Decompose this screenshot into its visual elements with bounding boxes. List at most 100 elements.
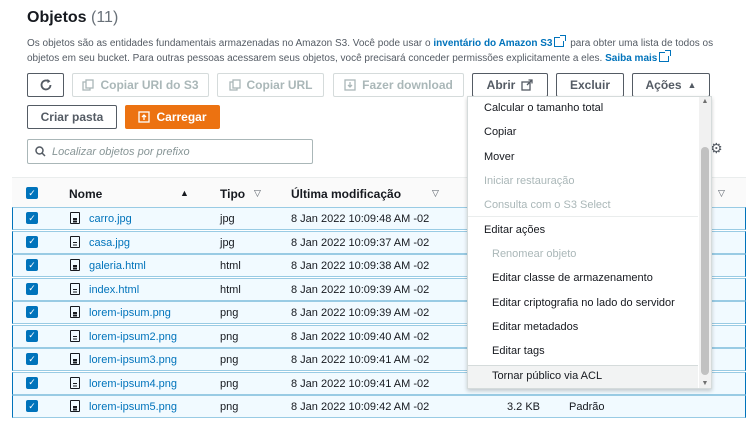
page-title: Objetos (11) [27,9,118,27]
inventory-link[interactable]: inventário do Amazon S3 [433,38,552,49]
row-checkbox[interactable]: ✓ [26,259,38,271]
object-modified: 8 Jan 2022 10:09:41 AM -02 [291,354,430,366]
object-name-link[interactable]: lorem-ipsum2.png [89,331,177,343]
open-label: Abrir [486,78,516,92]
object-modified: 8 Jan 2022 10:09:42 AM -02 [291,401,430,413]
row-checkbox[interactable]: ✓ [26,400,38,412]
actions-label: Ações [645,78,682,92]
search-input[interactable]: Localizar objetos por prefixo [27,139,313,164]
copy-icon [228,79,241,91]
menu-item-copy[interactable]: Copiar [484,126,516,138]
menu-item-metadata[interactable]: Editar metadados [492,321,578,333]
actions-button[interactable]: Ações ▲ [632,73,710,97]
file-icon [70,329,80,342]
sort-icon[interactable]: ▽ [718,188,725,199]
object-modified: 8 Jan 2022 10:09:39 AM -02 [291,283,430,296]
menu-item-storage-class[interactable]: Editar classe de armazenamento [492,272,653,284]
column-type[interactable]: Tipo [220,187,245,201]
external-link-icon [659,50,672,62]
upload-label: Carregar [156,110,207,124]
object-name-link[interactable]: casa.jpg [89,237,130,249]
row-checkbox[interactable]: ✓ [26,329,38,342]
copy-url-button[interactable]: Copiar URL [217,73,324,97]
menu-item-restore[interactable]: Iniciar restauração [484,175,575,187]
object-modified: 8 Jan 2022 10:09:39 AM -02 [291,307,430,319]
row-checkbox[interactable]: ✓ [26,353,38,365]
menu-item-rename[interactable]: Renomear objeto [492,248,576,260]
object-storage-class: Padrão [569,401,605,413]
select-all-checkbox[interactable]: ✓ [26,187,38,199]
file-icon [70,306,80,318]
file-icon [70,400,80,412]
object-type: html [220,260,241,272]
object-type: jpg [220,236,235,249]
menu-item-move[interactable]: Mover [484,151,515,163]
object-type: png [220,330,239,343]
upload-button[interactable]: Carregar [125,105,220,129]
create-folder-label: Criar pasta [40,110,104,124]
menu-scrollbar[interactable]: ▲ ▼ [699,97,711,388]
delete-label: Excluir [569,78,611,92]
learn-more-link[interactable]: Saiba mais [605,53,657,64]
sort-icon[interactable]: ▽ [254,188,261,199]
object-size: 3.2 KB [507,401,541,413]
menu-item-make-public[interactable]: Tornar público via ACL [492,370,602,382]
object-modified: 8 Jan 2022 10:09:38 AM -02 [291,260,430,272]
external-link-icon [554,35,567,47]
caret-up-icon: ▲ [687,80,697,90]
object-name-link[interactable]: lorem-ipsum5.png [89,401,177,413]
table-row[interactable]: ✓ lorem-ipsum5.png png 8 Jan 2022 10:09:42 … [12,395,746,418]
sort-asc-icon[interactable]: ▲ [180,188,189,198]
file-icon [70,353,80,365]
row-checkbox[interactable]: ✓ [26,306,38,318]
description-text-3: em seu bucket. Para outras pessoas acess… [62,53,603,64]
menu-item-calculate-size[interactable]: Calcular o tamanho total [484,102,603,114]
object-name-link[interactable]: index.html [89,284,139,296]
column-modified[interactable]: Última modificação [291,187,401,201]
copy-url-label: Copiar URL [246,78,313,92]
download-icon [344,79,356,91]
description-text-1: Os objetos são as entidades fundamentais… [27,38,431,49]
download-button[interactable]: Fazer download [333,73,464,97]
title-text: Objetos [27,9,87,26]
object-modified: 8 Jan 2022 10:09:40 AM -02 [291,330,430,343]
open-button[interactable]: Abrir [472,73,548,97]
sort-icon[interactable]: ▽ [432,188,439,199]
description: Os objetos são as entidades fundamentais… [27,35,727,66]
refresh-button[interactable] [27,73,64,97]
search-placeholder: Localizar objetos por prefixo [52,145,190,158]
row-checkbox[interactable]: ✓ [26,235,38,248]
menu-separator [468,216,698,217]
menu-item-s3-select[interactable]: Consulta com o S3 Select [484,199,611,211]
copy-uri-button[interactable]: Copiar URI do S3 [72,73,209,97]
actions-menu: Calcular o tamanho total Copiar Mover In… [467,96,712,389]
copy-uri-label: Copiar URI do S3 [100,78,199,92]
menu-item-encryption[interactable]: Editar criptografia no lado do servidor [492,297,675,309]
object-name-link[interactable]: carro.jpg [89,213,132,225]
delete-button[interactable]: Excluir [556,73,624,97]
object-type: png [220,377,239,390]
upload-icon [138,111,151,123]
file-icon [70,282,80,295]
scroll-down-icon[interactable]: ▼ [701,380,709,387]
column-name[interactable]: Nome [69,187,102,201]
scroll-up-icon[interactable]: ▲ [701,98,709,105]
row-checkbox[interactable]: ✓ [26,212,38,224]
object-name-link[interactable]: lorem-ipsum4.png [89,378,177,390]
object-type: html [220,283,241,296]
object-name-link[interactable]: lorem-ipsum.png [89,307,171,319]
object-modified: 8 Jan 2022 10:09:41 AM -02 [291,377,430,390]
object-modified: 8 Jan 2022 10:09:48 AM -02 [291,213,430,225]
file-icon [70,259,80,271]
file-icon [70,376,80,389]
file-icon [70,235,80,248]
create-folder-button[interactable]: Criar pasta [27,105,117,129]
menu-item-tags[interactable]: Editar tags [492,345,545,357]
menu-scrollbar-thumb[interactable] [701,147,709,375]
object-type: png [220,401,239,413]
object-name-link[interactable]: galeria.html [89,260,146,272]
object-name-link[interactable]: lorem-ipsum3.png [89,354,177,366]
row-checkbox[interactable]: ✓ [26,376,38,389]
row-checkbox[interactable]: ✓ [26,282,38,295]
refresh-icon [40,79,51,91]
